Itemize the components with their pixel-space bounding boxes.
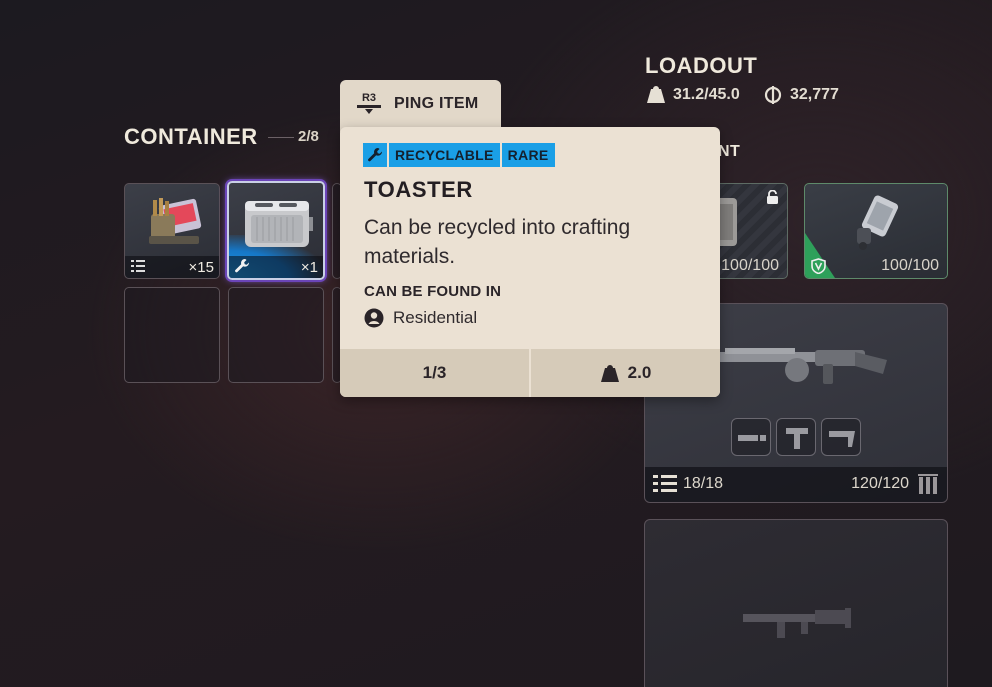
item-tooltip: RECYCLABLE RARE TOASTER Can be recycled … [340, 127, 720, 397]
container-title-rule [268, 137, 294, 138]
found-in-location: Residential [364, 308, 477, 328]
wrench-icon [235, 259, 250, 273]
loadout-title: LOADOUT [645, 53, 758, 78]
container-slot-2-selected[interactable]: ×1 [227, 181, 325, 280]
weight-icon [647, 86, 665, 103]
rifle-icon [709, 348, 887, 384]
stock-icon [829, 431, 855, 447]
smg-placeholder-icon [743, 608, 851, 638]
unlock-icon [767, 190, 778, 204]
weapon-footer: 18/18 120/120 [645, 467, 947, 502]
recyclable-tag-icon [363, 143, 387, 167]
rarity-tag: RARE [501, 143, 555, 167]
stack-size-value: 1/3 [422, 363, 447, 382]
item-description: Can be recycled into crafting materials. [364, 216, 631, 268]
r3-glyph: R3 [362, 92, 376, 104]
ping-item-label: PING ITEM [394, 95, 479, 112]
container-count: 2/8 [298, 128, 319, 145]
found-in-label: CAN BE FOUND IN [364, 283, 502, 300]
slot-quantity: ×1 [300, 259, 318, 276]
shield-item-icon [857, 195, 899, 250]
item-tags: RECYCLABLE RARE [363, 143, 555, 167]
muzzle-attachment-slot[interactable] [731, 418, 771, 456]
item-weight-value: 2.0 [627, 363, 652, 382]
container-slot-empty[interactable] [228, 287, 324, 383]
augment-durability: 100/100 [721, 257, 779, 274]
ping-item-button[interactable]: R3 PING ITEM [340, 80, 501, 132]
stock-attachment-slot[interactable] [821, 418, 861, 456]
credits-icon [764, 86, 782, 104]
weapon-slot-2[interactable] [644, 519, 948, 687]
shield-durability: 100/100 [881, 257, 939, 274]
r3-button-icon: R3 [357, 92, 381, 114]
shield-slot[interactable]: 100/100 [804, 183, 948, 279]
grip-icon [786, 428, 808, 449]
location-icon [364, 308, 384, 328]
muzzle-icon [738, 435, 766, 441]
container-slot-empty[interactable] [124, 287, 220, 383]
magazine-count: 18/18 [683, 475, 724, 492]
wrench-icon [368, 148, 383, 162]
toaster-icon [245, 201, 313, 247]
ammo-pack-icon [149, 198, 202, 244]
loadout-weight: 31.2/45.0 [673, 86, 740, 103]
container-slot-1[interactable]: ×15 [124, 183, 220, 279]
stack-size: 1/3 [340, 349, 529, 397]
container-title: CONTAINER [124, 124, 258, 149]
equipment-section-label: NT [718, 143, 741, 160]
recyclable-tag: RECYCLABLE [389, 143, 500, 167]
item-name: TOASTER [364, 177, 473, 202]
loadout-credits: 32,777 [790, 86, 839, 103]
list-icon [131, 260, 145, 272]
shield-icon [811, 258, 826, 274]
location-name: Residential [393, 308, 478, 327]
item-weight: 2.0 [531, 349, 720, 397]
magazine-icon [653, 475, 677, 492]
reserve-ammo: 120/120 [851, 475, 909, 492]
tooltip-footer: 1/3 2.0 [340, 349, 720, 397]
ammo-type-icon [918, 474, 938, 494]
weight-icon [600, 364, 619, 382]
slot-quantity: ×15 [188, 259, 214, 276]
underbarrel-attachment-slot[interactable] [776, 418, 816, 456]
